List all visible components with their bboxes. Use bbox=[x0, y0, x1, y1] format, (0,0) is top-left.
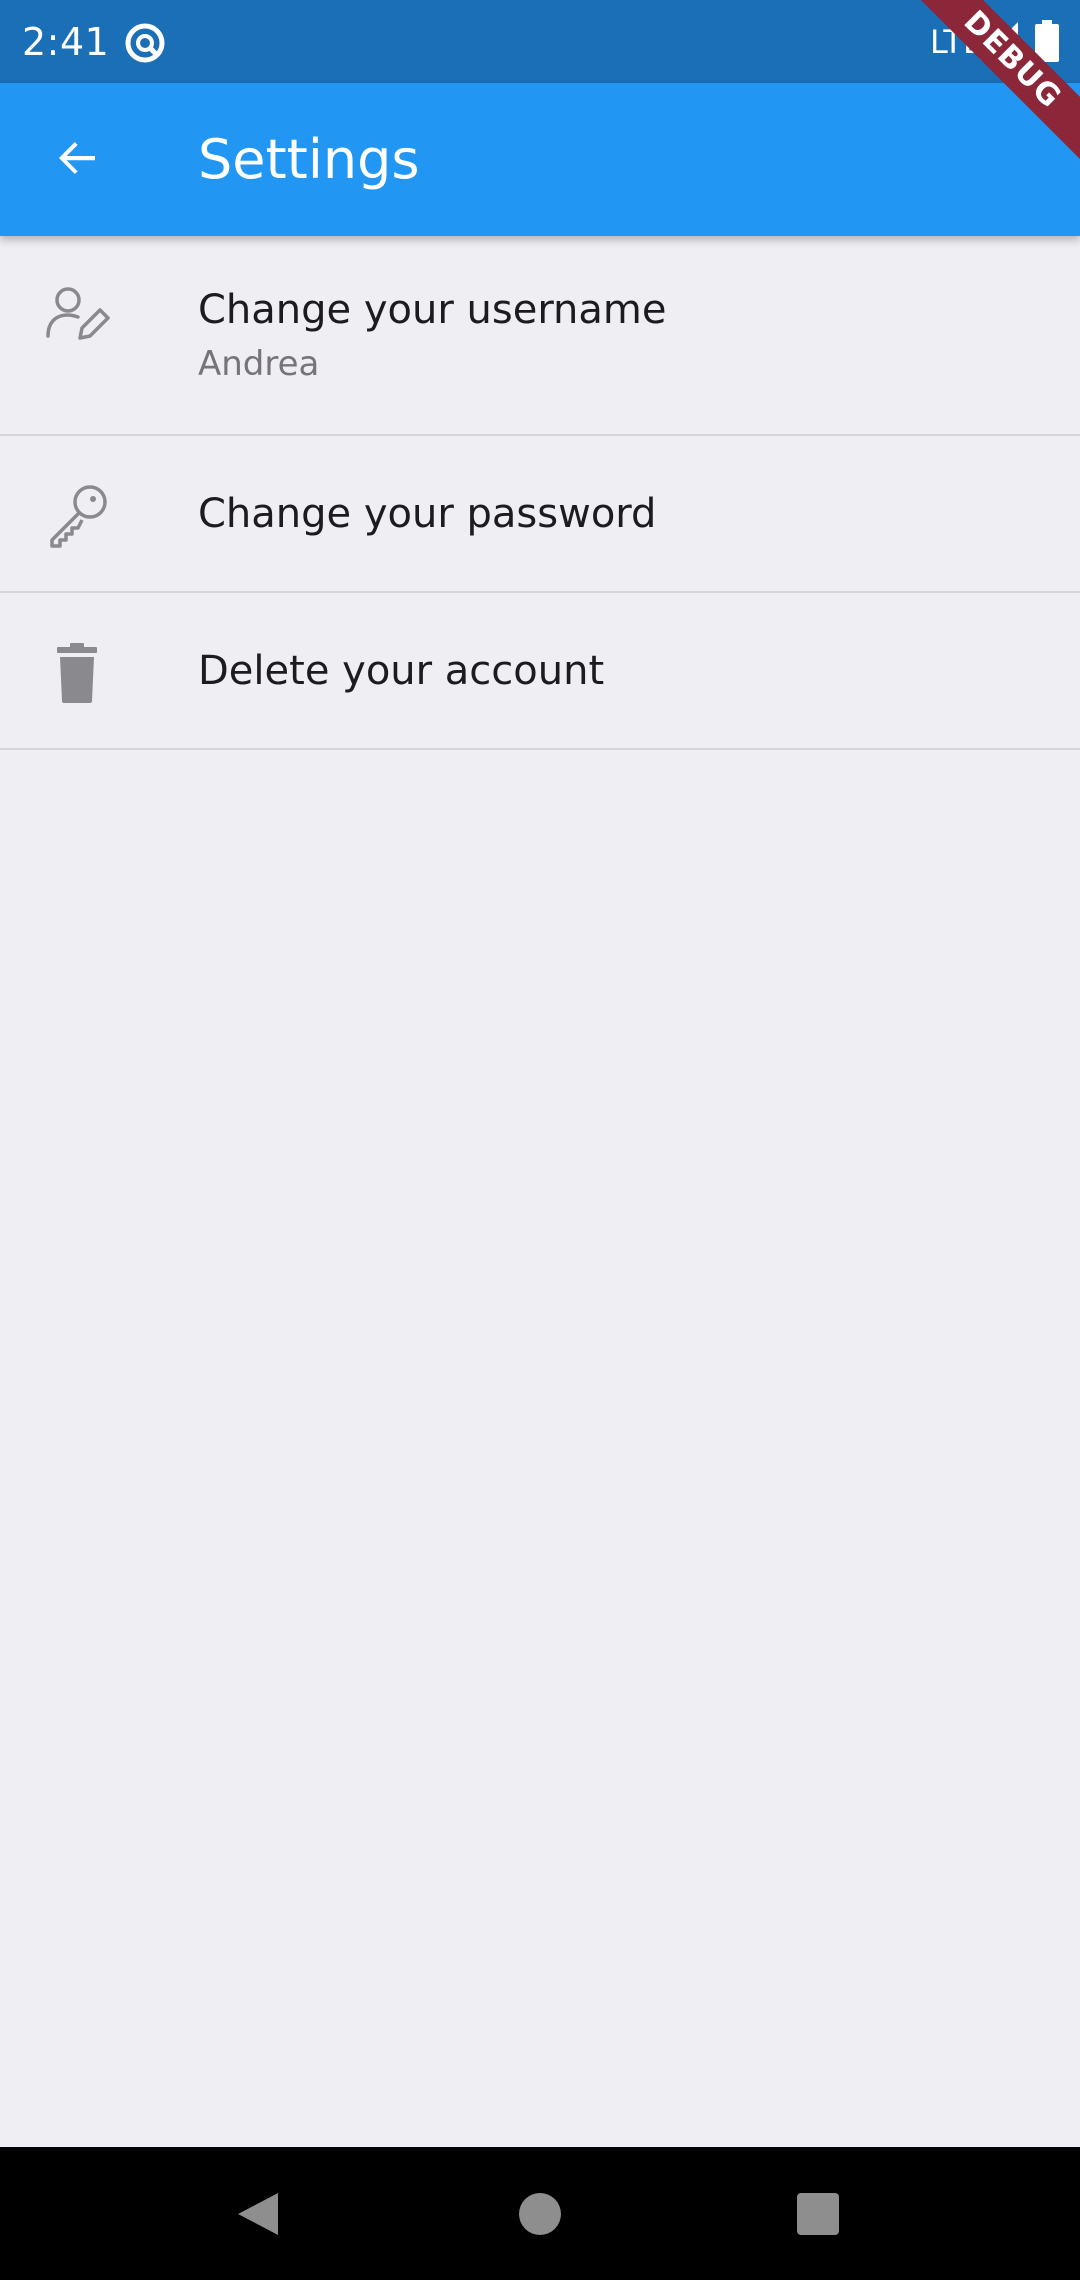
nav-back-icon[interactable] bbox=[236, 2191, 280, 2237]
arrow-back-icon bbox=[53, 134, 101, 186]
nav-home-icon[interactable] bbox=[519, 2193, 561, 2235]
back-button[interactable] bbox=[36, 119, 118, 201]
page-title: Settings bbox=[198, 128, 420, 191]
trash-icon bbox=[44, 639, 110, 705]
settings-item-delete-account[interactable]: Delete your account bbox=[0, 593, 1080, 750]
app-bar: Settings bbox=[0, 83, 1080, 236]
key-icon bbox=[44, 482, 110, 548]
sync-icon bbox=[124, 22, 166, 64]
settings-item-change-username[interactable]: Change your username Andrea bbox=[0, 236, 1080, 436]
system-nav-bar bbox=[0, 2147, 1080, 2280]
settings-item-change-password[interactable]: Change your password bbox=[0, 436, 1080, 593]
user-edit-icon bbox=[44, 282, 110, 348]
status-time: 2:41 bbox=[22, 20, 110, 64]
settings-item-label: Change your username bbox=[198, 287, 667, 333]
settings-item-label: Change your password bbox=[198, 491, 657, 537]
current-username: Andrea bbox=[198, 344, 320, 384]
nav-recents-icon[interactable] bbox=[797, 2193, 839, 2235]
settings-item-label: Delete your account bbox=[198, 648, 605, 694]
settings-list: Change your username Andrea Change your … bbox=[0, 236, 1080, 750]
status-bar: 2:41 LTE bbox=[0, 0, 1080, 83]
